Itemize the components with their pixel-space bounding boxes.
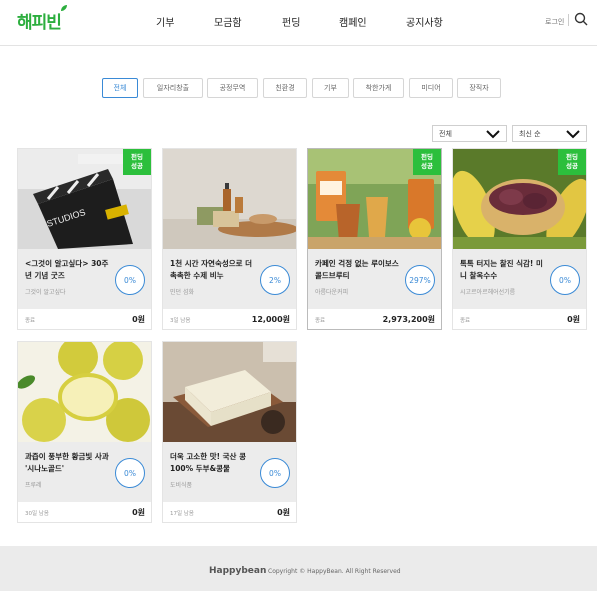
card-image-apples[interactable] bbox=[18, 342, 151, 442]
card-title: 카페인 걱정 없는 루이보스 콜드브루티 bbox=[315, 259, 399, 280]
card-info: 과즙이 풍부한 황금빛 사과 '시나노골드' 프루레 0% bbox=[18, 442, 151, 502]
raised-amount: 2,973,200원 bbox=[382, 315, 435, 324]
card-title: 더욱 고소한 맛! 국산 콩 100% 두부&콩물 bbox=[170, 452, 246, 473]
funding-card[interactable]: 과즙이 풍부한 황금빛 사과 '시나노골드' 프루레 0% 30일 남음 0원 bbox=[17, 341, 152, 523]
card-image-corn[interactable]: 펀딩 성공 bbox=[453, 149, 586, 249]
filter-donation[interactable]: 기부 bbox=[312, 78, 349, 98]
search-icon[interactable] bbox=[574, 12, 588, 26]
card-footer: 종료 0원 bbox=[18, 309, 151, 329]
funding-card[interactable]: 1천 시간 자연숙성으로 더 촉촉한 수제 비누 민던 섬화 2% 3일 남음 … bbox=[162, 148, 297, 330]
card-footer: 종료 2,973,200원 bbox=[308, 309, 441, 329]
funding-card[interactable]: STUDIOS 펀딩 성공 <그것이 알고싶다> 30주년 기념 굿즈 그것이 알… bbox=[17, 148, 152, 330]
card-info: 1천 시간 자연숙성으로 더 촉촉한 수제 비누 민던 섬화 2% bbox=[163, 249, 296, 309]
nav-campaign[interactable]: 캠페인 bbox=[339, 14, 367, 29]
happybean-logo[interactable]: 해피빈 bbox=[17, 5, 67, 33]
funding-success-badge: 펀딩 성공 bbox=[558, 149, 586, 175]
footer-logo: Happybean bbox=[209, 566, 267, 576]
progress-percent: 2% bbox=[260, 265, 290, 295]
card-organization: 프루레 bbox=[25, 482, 42, 489]
raised-amount: 0원 bbox=[277, 508, 290, 517]
card-title: 톡톡 터지는 찰진 식감! 미니 찰옥수수 bbox=[460, 259, 543, 280]
progress-percent: 0% bbox=[260, 458, 290, 488]
progress-percent: 0% bbox=[115, 265, 145, 295]
progress-percent: 0% bbox=[115, 458, 145, 488]
filter-other[interactable]: 장직자 bbox=[457, 78, 501, 98]
card-organization: 그것이 알고싶다 bbox=[25, 289, 66, 296]
remaining-days: 3일 남음 bbox=[170, 318, 191, 324]
remaining-days: 30일 남음 bbox=[25, 511, 49, 517]
card-organization: 민던 섬화 bbox=[170, 289, 194, 296]
card-image-rooibos-tea[interactable]: 펀딩 성공 bbox=[308, 149, 441, 249]
card-info: 더욱 고소한 맛! 국산 콩 100% 두부&콩물 도비식품 0% bbox=[163, 442, 296, 502]
remaining-days: 종료 bbox=[460, 318, 471, 324]
raised-amount: 0원 bbox=[132, 508, 145, 517]
sort-select[interactable]: 최신 순 bbox=[512, 125, 587, 142]
card-organization: 아름다운커피 bbox=[315, 289, 349, 296]
filter-media[interactable]: 미디어 bbox=[409, 78, 453, 98]
funding-card[interactable]: 펀딩 성공 카페인 걱정 없는 루이보스 콜드브루티 아름다운커피 297% 종료… bbox=[307, 148, 442, 330]
card-title: 1천 시간 자연숙성으로 더 촉촉한 수제 비누 bbox=[170, 259, 253, 280]
raised-amount: 0원 bbox=[567, 315, 580, 324]
card-organization: 시고르아르헤어선기름 bbox=[460, 289, 516, 296]
funding-success-badge: 펀딩 성공 bbox=[123, 149, 151, 175]
remaining-days: 17일 남음 bbox=[170, 511, 194, 517]
remaining-days: 종료 bbox=[315, 318, 326, 324]
funding-card[interactable]: 펀딩 성공 톡톡 터지는 찰진 식감! 미니 찰옥수수 시고르아르헤어선기름 0%… bbox=[452, 148, 587, 330]
sort-select-value: 최신 순 bbox=[519, 129, 541, 138]
progress-percent: 0% bbox=[550, 265, 580, 295]
card-footer: 종료 0원 bbox=[453, 309, 586, 329]
card-image-clapperboard[interactable]: STUDIOS 펀딩 성공 bbox=[18, 149, 151, 249]
copyright-text: Copyright © HappyBean. All Right Reserve… bbox=[268, 568, 401, 575]
header-divider bbox=[568, 14, 569, 26]
card-footer: 17일 남음 0원 bbox=[163, 502, 296, 522]
filter-eco[interactable]: 친환경 bbox=[263, 78, 307, 98]
nav-donate[interactable]: 기부 bbox=[156, 14, 174, 29]
status-select-value: 전체 bbox=[439, 129, 452, 138]
status-select[interactable]: 전체 bbox=[432, 125, 507, 142]
filter-all[interactable]: 전체 bbox=[102, 78, 138, 98]
card-title: <그것이 알고싶다> 30주년 기념 굿즈 bbox=[25, 259, 109, 280]
card-info: <그것이 알고싶다> 30주년 기념 굿즈 그것이 알고싶다 0% bbox=[18, 249, 151, 309]
site-header: 해피빈 기부 모금함 펀딩 캠페인 공지사항 로그인 bbox=[0, 0, 597, 46]
card-footer: 3일 남음 12,000원 bbox=[163, 309, 296, 329]
nav-notice[interactable]: 공지사항 bbox=[406, 14, 443, 29]
card-title: 과즙이 풍부한 황금빛 사과 '시나노골드' bbox=[25, 452, 109, 473]
card-image-tofu[interactable] bbox=[163, 342, 296, 442]
raised-amount: 0원 bbox=[132, 315, 145, 324]
filter-job-creation[interactable]: 일자리창출 bbox=[143, 78, 203, 98]
progress-percent: 297% bbox=[405, 265, 435, 295]
login-link[interactable]: 로그인 bbox=[545, 17, 564, 27]
funding-success-badge: 펀딩 성공 bbox=[413, 149, 441, 175]
card-organization: 도비식품 bbox=[170, 482, 193, 489]
chevron-down-icon bbox=[566, 130, 580, 139]
site-footer: Happybean Copyright © HappyBean. All Rig… bbox=[0, 546, 597, 591]
card-info: 카페인 걱정 없는 루이보스 콜드브루티 아름다운커피 297% bbox=[308, 249, 441, 309]
filter-good-store[interactable]: 착한가게 bbox=[353, 78, 404, 98]
funding-card[interactable]: 더욱 고소한 맛! 국산 콩 100% 두부&콩물 도비식품 0% 17일 남음… bbox=[162, 341, 297, 523]
card-info: 톡톡 터지는 찰진 식감! 미니 찰옥수수 시고르아르헤어선기름 0% bbox=[453, 249, 586, 309]
raised-amount: 12,000원 bbox=[251, 315, 290, 324]
chevron-down-icon bbox=[486, 130, 500, 139]
remaining-days: 종료 bbox=[25, 318, 36, 324]
nav-fundraiser[interactable]: 모금함 bbox=[214, 14, 242, 29]
card-image-soap[interactable] bbox=[163, 149, 296, 249]
filter-fair-trade[interactable]: 공정무역 bbox=[207, 78, 258, 98]
nav-funding[interactable]: 펀딩 bbox=[282, 14, 300, 29]
card-footer: 30일 남음 0원 bbox=[18, 502, 151, 522]
